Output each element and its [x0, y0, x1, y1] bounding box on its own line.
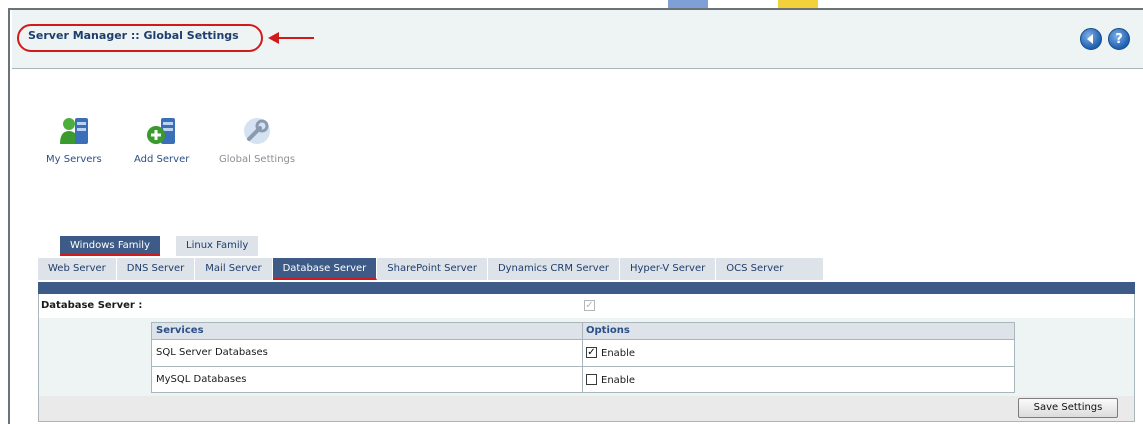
header-services: Services — [156, 325, 204, 336]
global-settings-button[interactable]: Global Settings — [219, 114, 295, 165]
column-divider — [582, 367, 583, 393]
add-server-label: Add Server — [134, 154, 190, 165]
database-server-row: Database Server : ✓ — [39, 294, 1134, 319]
global-settings-label: Global Settings — [219, 154, 296, 165]
tab-sharepoint-server[interactable]: SharePoint Server — [377, 258, 488, 280]
service-name: SQL Server Databases — [156, 347, 268, 358]
servers-user-icon — [57, 114, 91, 148]
panel-footer: Save Settings — [39, 396, 1134, 421]
tab-ocs-server[interactable]: OCS Server — [716, 258, 825, 280]
my-servers-button[interactable]: My Servers — [46, 114, 102, 165]
tab-web-server[interactable]: Web Server — [38, 258, 117, 280]
server-tabs: Web Server DNS Server Mail Server Databa… — [38, 258, 825, 280]
my-servers-label: My Servers — [46, 154, 102, 165]
top-strip — [8, 0, 1143, 8]
sql-server-enable-checkbox[interactable]: ✓ — [586, 347, 597, 358]
tab-linux-family[interactable]: Linux Family — [176, 236, 259, 256]
header-options: Options — [586, 325, 630, 336]
help-glyph: ? — [1115, 31, 1123, 47]
watermark-graphic — [668, 0, 818, 8]
database-server-checkbox[interactable]: ✓ — [584, 300, 595, 311]
back-arrow-icon[interactable] — [1080, 28, 1102, 50]
panel-title-bar — [38, 282, 1135, 294]
page-title: Server Manager :: Global Settings — [28, 29, 239, 42]
database-server-label: Database Server : — [41, 300, 143, 311]
database-server-panel: Database Server : ✓ Services Options SQL… — [38, 294, 1135, 422]
table-header: Services Options — [152, 323, 1014, 340]
column-divider — [582, 340, 583, 366]
tab-windows-family[interactable]: Windows Family — [60, 236, 160, 256]
global-settings-icon — [240, 114, 274, 148]
services-section: Services Options SQL Server Databases ✓ … — [39, 318, 1134, 397]
table-row: MySQL Databases Enable — [152, 367, 1014, 393]
option-label: Enable — [601, 375, 636, 386]
save-settings-button[interactable]: Save Settings — [1018, 398, 1118, 418]
services-table: Services Options SQL Server Databases ✓ … — [151, 322, 1015, 393]
column-divider — [582, 323, 583, 339]
table-row: SQL Server Databases ✓ Enable — [152, 340, 1014, 367]
option-label: Enable — [601, 348, 636, 359]
mysql-enable-checkbox[interactable] — [586, 374, 597, 385]
annotation-arrow-icon — [268, 32, 314, 44]
add-server-button[interactable]: Add Server — [134, 114, 189, 165]
tab-mail-server[interactable]: Mail Server — [195, 258, 273, 280]
tab-dynamics-crm-server[interactable]: Dynamics CRM Server — [487, 258, 620, 280]
app-window: Server Manager :: Global Settings ? My S… — [8, 8, 1143, 424]
service-name: MySQL Databases — [156, 374, 247, 385]
page-header: Server Manager :: Global Settings ? — [12, 10, 1143, 69]
tab-database-server[interactable]: Database Server — [272, 258, 378, 280]
help-icon[interactable]: ? — [1108, 28, 1130, 50]
tab-dns-server[interactable]: DNS Server — [116, 258, 196, 280]
add-server-icon — [145, 114, 179, 148]
tab-hyper-v-server[interactable]: Hyper-V Server — [619, 258, 717, 280]
